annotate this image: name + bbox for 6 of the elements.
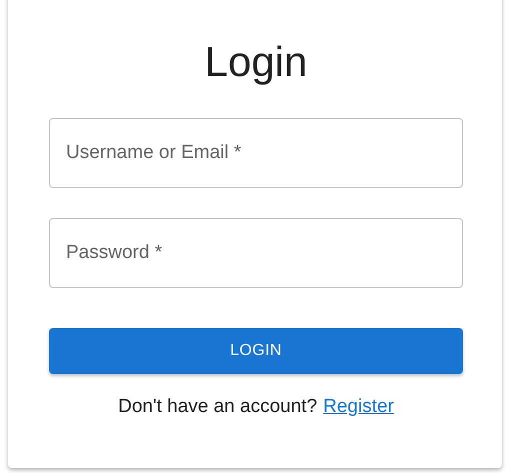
input-field[interactable]: Username or Email * (49, 118, 463, 188)
register-link[interactable]: Register (323, 396, 394, 418)
login-title: Login (204, 38, 308, 86)
register-prompt: Don't have an account? (118, 396, 318, 418)
login-button[interactable]: LOGIN (49, 328, 463, 374)
input-field[interactable]: Password * (49, 218, 463, 288)
